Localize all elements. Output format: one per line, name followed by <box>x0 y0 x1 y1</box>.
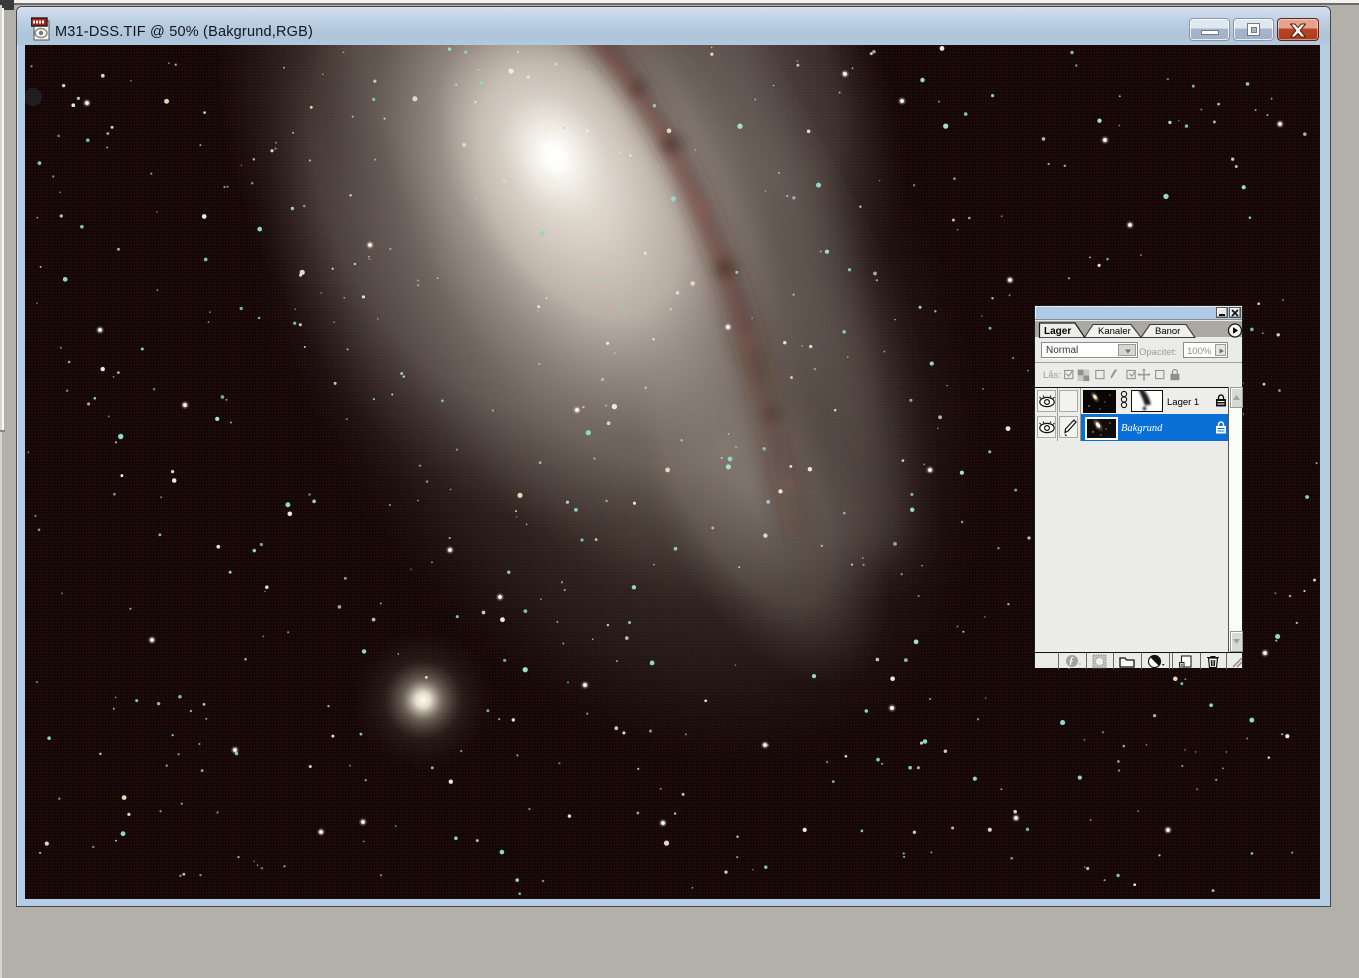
svg-text:Banor: Banor <box>1155 326 1180 337</box>
svg-text:Kanaler: Kanaler <box>1098 326 1131 337</box>
svg-text:Lager: Lager <box>1044 326 1071 337</box>
